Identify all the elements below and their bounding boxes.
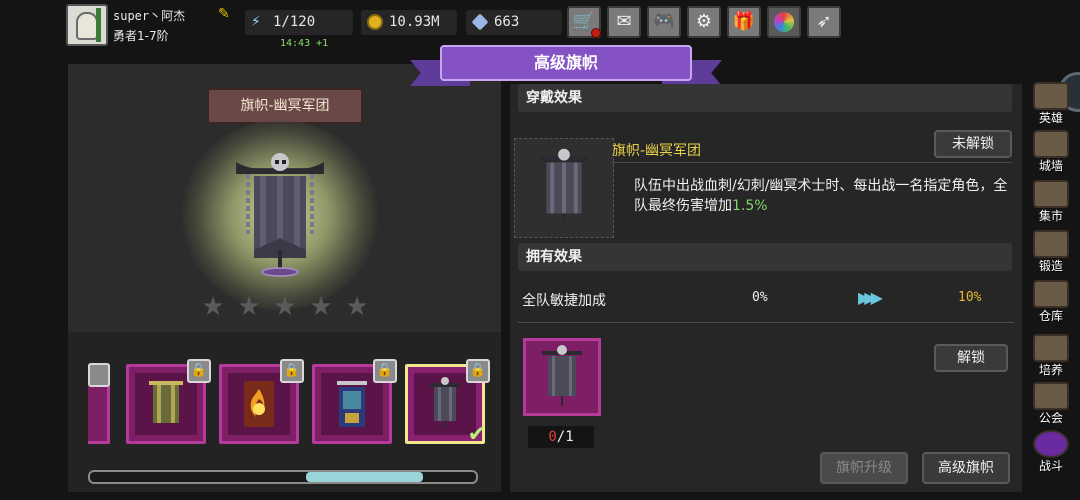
- training-icon: [1033, 334, 1069, 362]
- spin-wheel-icon: [774, 12, 794, 32]
- market-icon: [1033, 180, 1069, 208]
- gold-counter[interactable]: 10.93M: [361, 10, 457, 35]
- energy-timer: 14:43 +1: [280, 38, 329, 49]
- gamepad-icon: 🎮: [652, 11, 676, 32]
- collection-scrollbar[interactable]: [88, 470, 478, 484]
- side-nav-label: 仓库: [1038, 309, 1063, 323]
- gem-value: 663: [494, 14, 520, 30]
- gem-icon: [471, 13, 489, 31]
- nether-banner-image: [236, 153, 324, 277]
- settings-button[interactable]: ⚙: [687, 6, 721, 38]
- side-nav-anvil[interactable]: 锻造: [1027, 230, 1075, 274]
- gear-icon: ⚙: [695, 11, 713, 32]
- side-nav-warehouse[interactable]: 仓库: [1027, 280, 1075, 324]
- side-nav-training[interactable]: 培养: [1027, 334, 1075, 378]
- star-1: ★: [201, 292, 225, 322]
- count-have: 0: [548, 429, 557, 445]
- player-rank: 勇者1-7阶: [113, 29, 169, 43]
- side-nav-label: 集市: [1038, 209, 1063, 223]
- feather-button[interactable]: ➶: [807, 6, 841, 38]
- nether-banner-icon: [542, 345, 582, 406]
- stat-current-value: 0%: [752, 290, 768, 305]
- star-5: ★: [345, 292, 369, 322]
- status-locked-button[interactable]: 未解锁: [934, 130, 1012, 158]
- side-nav-label: 英雄: [1038, 111, 1063, 125]
- banner-slot-fire[interactable]: 🔒: [219, 359, 304, 444]
- divider: [612, 162, 1012, 163]
- gold-coin-icon: [367, 14, 383, 30]
- side-nav-market[interactable]: 集市: [1027, 180, 1075, 224]
- lock-icon: [88, 363, 110, 387]
- notification-dot: [591, 28, 601, 38]
- side-nav-label: 锻造: [1038, 259, 1063, 273]
- stat-next-value: 10%: [958, 290, 982, 305]
- page-title: 高级旗帜: [440, 45, 692, 81]
- banner-name-plaque: 旗帜-幽冥军团: [207, 88, 363, 124]
- warehouse-icon: [1033, 280, 1069, 308]
- unlock-button[interactable]: 解锁: [934, 344, 1008, 372]
- shop-cart-button[interactable]: 🛒: [567, 6, 601, 38]
- wear-effect-header: 穿戴效果: [518, 84, 1012, 112]
- banner-slot-gold[interactable]: 🔒: [126, 359, 211, 444]
- senior-banner-tab[interactable]: 高级旗帜: [922, 452, 1010, 484]
- side-nav-wall[interactable]: 城墙: [1027, 130, 1075, 174]
- gift-button[interactable]: 🎁: [727, 6, 761, 38]
- banner-upgrade-tab[interactable]: 旗帜升级: [820, 452, 908, 484]
- star-4: ★: [309, 292, 333, 322]
- banner-slot-knight[interactable]: 🔒: [312, 359, 397, 444]
- wall-icon: [1033, 130, 1069, 158]
- own-effect-header: 拥有效果: [518, 243, 1012, 271]
- wear-effect-description: 队伍中出战血刺/幻刺/幽冥术士时、每出战一名指定角色，全队最终伤害增加1.5%: [634, 176, 1018, 216]
- gem-counter[interactable]: 663: [466, 10, 562, 35]
- lock-icon: 🔒: [373, 359, 397, 383]
- scrollbar-thumb[interactable]: [306, 472, 423, 482]
- side-nav-battle-portal[interactable]: 战斗: [1027, 430, 1075, 474]
- spin-wheel-button[interactable]: [767, 6, 801, 38]
- required-count: 0/1: [528, 426, 594, 448]
- energy-bolt-icon: ⚡: [251, 11, 261, 30]
- player-name: super丶阿杰: [113, 9, 186, 23]
- count-need: /1: [556, 429, 574, 445]
- side-nav-hero[interactable]: 英雄: [1027, 82, 1075, 126]
- mail-button[interactable]: ✉: [607, 6, 641, 38]
- double-arrow-icon: ▶▶▶: [858, 288, 883, 307]
- divider: [518, 322, 1014, 323]
- energy-counter[interactable]: ⚡ 1/120: [245, 10, 353, 35]
- star-2: ★: [237, 292, 261, 322]
- battle-portal-icon: [1033, 430, 1069, 458]
- wear-desc-value: 1.5%: [732, 198, 768, 214]
- stat-label: 全队敏捷加成: [522, 293, 606, 309]
- guild-icon: [1033, 382, 1069, 410]
- anvil-icon: [1033, 230, 1069, 258]
- gamepad-button[interactable]: 🎮: [647, 6, 681, 38]
- wear-desc-text: 队伍中出战血刺/幻刺/幽冥术士时、每出战一名指定角色，全队最终伤害增加: [634, 178, 1008, 214]
- side-nav-label: 公会: [1038, 411, 1063, 425]
- banner-slot-nether[interactable]: 🔒 ✔: [405, 359, 490, 447]
- gold-value: 10.93M: [389, 14, 440, 30]
- gift-icon: 🎁: [732, 11, 756, 32]
- lock-icon: 🔒: [466, 359, 490, 383]
- feather-icon: ➶: [816, 11, 832, 32]
- nether-banner-icon: [540, 148, 588, 224]
- lock-icon: 🔒: [280, 359, 304, 383]
- selected-check-icon: ✔: [467, 422, 486, 447]
- side-nav-label: 战斗: [1038, 459, 1063, 473]
- side-nav-label: 培养: [1038, 363, 1063, 377]
- required-banner-slot[interactable]: [523, 338, 601, 416]
- side-nav-guild[interactable]: 公会: [1027, 382, 1075, 426]
- hero-icon: [1033, 82, 1069, 110]
- mail-icon: ✉: [616, 11, 632, 32]
- energy-value: 1/120: [273, 14, 316, 30]
- star-3: ★: [273, 292, 297, 322]
- player-avatar[interactable]: [66, 4, 108, 46]
- wear-banner-name: 旗帜-幽冥军团: [612, 143, 702, 159]
- side-nav-label: 城墙: [1038, 159, 1063, 173]
- lock-icon: 🔒: [187, 359, 211, 383]
- banner-slot-partial[interactable]: [88, 363, 110, 444]
- wear-banner-frame: [514, 138, 614, 238]
- edit-name-icon[interactable]: ✎: [218, 6, 234, 22]
